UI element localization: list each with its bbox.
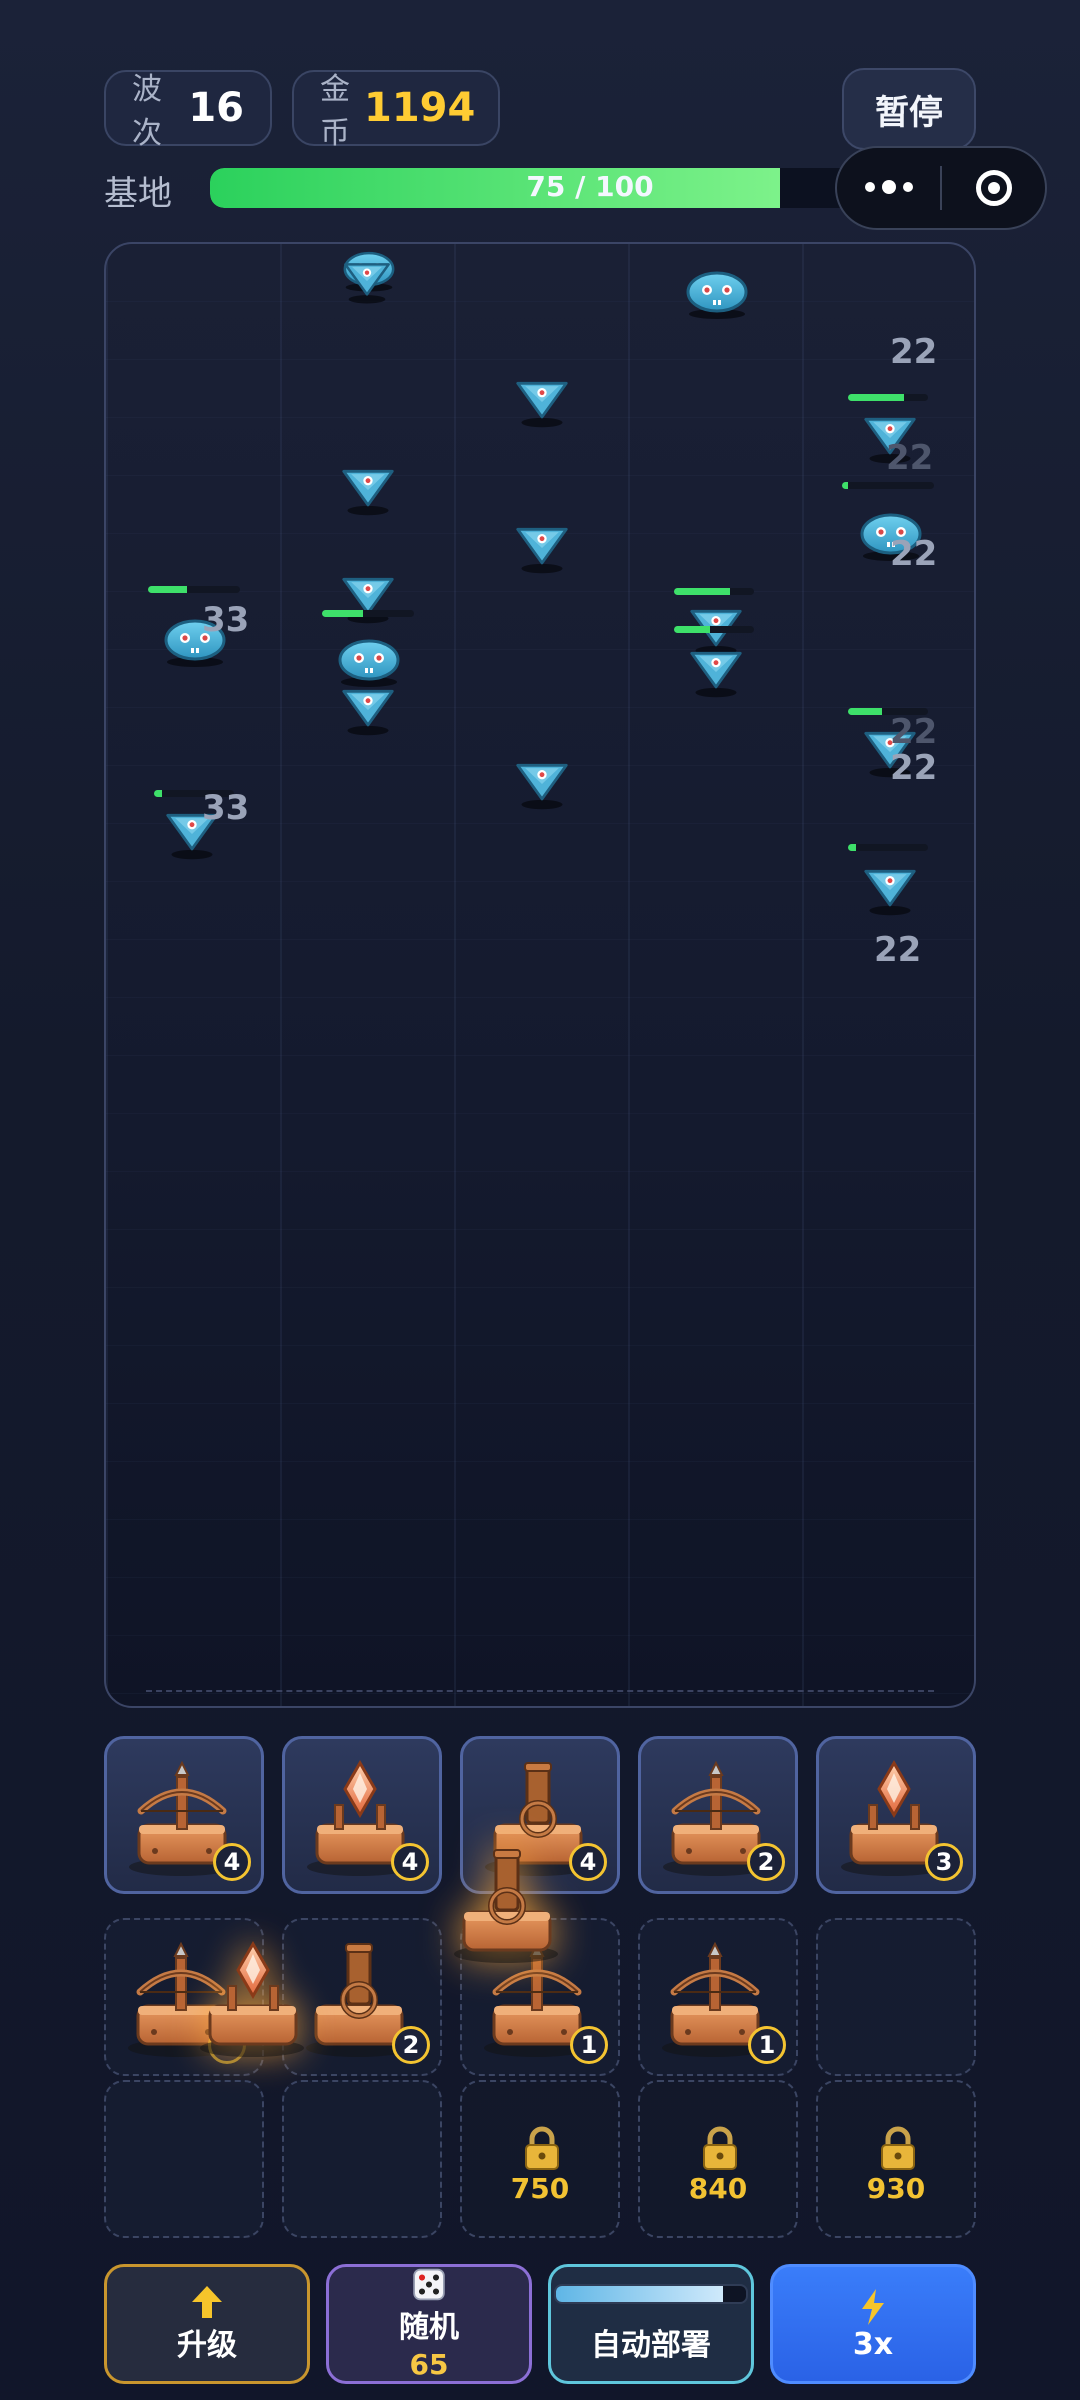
defense-line [146, 1690, 934, 1692]
unlock-price: 750 [510, 2172, 570, 2205]
enemy-hp-bar [674, 588, 754, 595]
unit-slot[interactable]: 3 [816, 1736, 976, 1894]
enemy-drone [340, 570, 396, 626]
up-arrow-icon [192, 2286, 222, 2318]
random-label: 随机 [399, 2310, 459, 2345]
enemy-hp-bar [148, 586, 240, 593]
auto-deploy-button[interactable]: 自动部署 [548, 2264, 754, 2384]
unit-level-badge: 4 [391, 1843, 429, 1881]
random-button[interactable]: 随机 65 [326, 2264, 532, 2384]
locked-slot[interactable]: 750 [460, 2080, 620, 2238]
battlefield[interactable]: 22 22 22 33 22 22 33 22 [104, 242, 976, 1708]
unlock-price: 930 [866, 2172, 926, 2205]
auto-deploy-progress [554, 2284, 748, 2304]
speed-label: 3x [852, 2326, 894, 2362]
miniprogram-capsule [835, 146, 1047, 230]
damage-number: 33 [202, 788, 250, 828]
enemy-drone [514, 756, 570, 812]
auto-deploy-label: 自动部署 [591, 2328, 711, 2363]
unit-slot-empty[interactable] [282, 2080, 442, 2238]
enemy-hp-bar [322, 610, 414, 617]
enemy-hp-bar [848, 844, 928, 851]
unit-slot[interactable]: 2 [638, 1736, 798, 1894]
locked-slot[interactable]: 840 [638, 2080, 798, 2238]
damage-number: 22 [874, 930, 922, 970]
enemy-drone [862, 862, 918, 918]
lock-icon [703, 2126, 737, 2170]
unit-level-badge: 1 [748, 2026, 786, 2064]
enemy-blob [334, 630, 404, 690]
unit-level-badge: 2 [392, 2026, 430, 2064]
wave-value: 16 [188, 85, 244, 131]
dice-icon [413, 2268, 445, 2301]
unit-slot[interactable]: 4 [282, 1736, 442, 1894]
dragged-cannon-tower-icon[interactable] [446, 1846, 576, 1966]
damage-number: 22 [886, 438, 934, 478]
enemy-hp-bar [848, 394, 928, 401]
speed-button[interactable]: 3x [770, 2264, 976, 2384]
pause-button[interactable]: 暂停 [842, 68, 976, 150]
unit-slot[interactable]: 1 [638, 1918, 798, 2076]
damage-number: 22 [890, 332, 938, 372]
unit-slot[interactable]: 4 [104, 1736, 264, 1894]
unit-level-badge: 2 [747, 1843, 785, 1881]
upgrade-button[interactable]: 升级 [104, 2264, 310, 2384]
enemy-blob [682, 262, 752, 322]
damage-number: 22 [890, 534, 938, 574]
enemy-drone [514, 520, 570, 576]
gold-label: 金币 [320, 72, 350, 151]
enemy-drone [342, 256, 392, 306]
enemy-drone [340, 462, 396, 518]
damage-number: 33 [202, 600, 250, 640]
dragged-crystal-tower-icon[interactable] [192, 1940, 322, 2060]
random-cost: 65 [409, 2348, 449, 2381]
unit-slot-empty[interactable] [104, 2080, 264, 2238]
wave-label: 波次 [132, 72, 162, 151]
more-dots-icon[interactable] [837, 180, 940, 194]
gold-counter: 金币 1194 [292, 70, 500, 151]
damage-number: 22 [890, 748, 938, 788]
base-label: 基地 [104, 174, 172, 214]
unit-level-badge: 4 [213, 1843, 251, 1881]
target-icon[interactable] [942, 170, 1045, 206]
enemy-drone [514, 374, 570, 430]
lock-icon [525, 2126, 559, 2170]
lock-icon [881, 2126, 915, 2170]
unit-slot-empty[interactable] [816, 1918, 976, 2076]
wave-counter: 波次 16 [104, 70, 272, 151]
upgrade-label: 升级 [177, 2328, 237, 2363]
unit-level-badge: 3 [925, 1843, 963, 1881]
locked-slot[interactable]: 930 [816, 2080, 976, 2238]
enemy-drone [340, 682, 396, 738]
unlock-price: 840 [688, 2172, 748, 2205]
enemy-hp-bar [842, 482, 934, 489]
damage-number: 22 [890, 712, 938, 752]
enemy-drone [688, 644, 744, 700]
gold-value: 1194 [364, 85, 476, 131]
unit-level-badge: 1 [570, 2026, 608, 2064]
enemy-hp-bar [674, 626, 754, 633]
lightning-icon [862, 2288, 884, 2325]
